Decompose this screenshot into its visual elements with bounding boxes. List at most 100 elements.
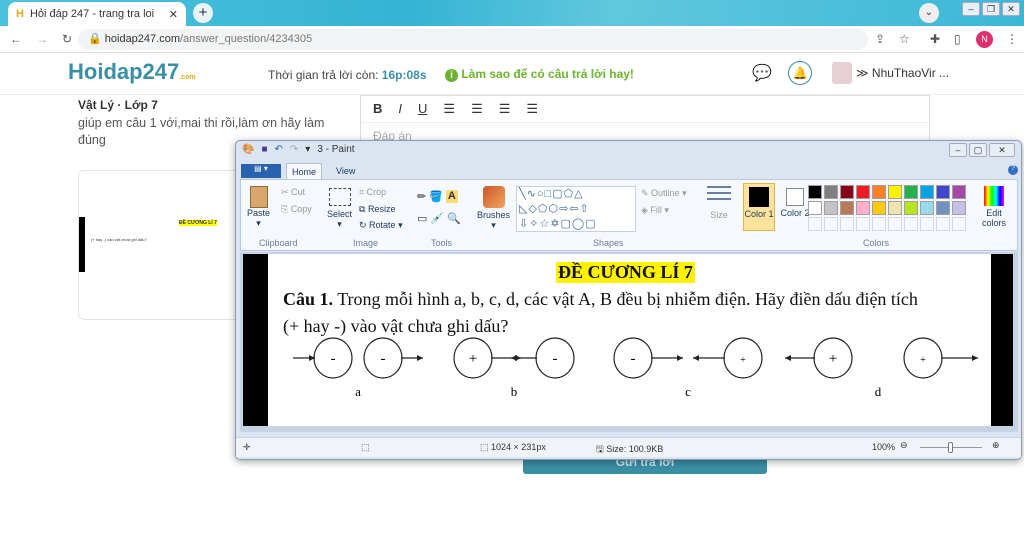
- side-panel-icon[interactable]: ▯: [954, 32, 961, 46]
- info-icon: i: [445, 69, 458, 82]
- extensions-icon[interactable]: ✚: [930, 32, 940, 46]
- palette-swatch[interactable]: [856, 185, 870, 199]
- user-menu[interactable]: ≫ NhuThaoVir ...: [856, 66, 949, 80]
- align-left-icon[interactable]: ☰: [443, 101, 455, 117]
- close-window-icon[interactable]: ✕: [1002, 2, 1020, 16]
- forward-icon[interactable]: →: [36, 32, 48, 46]
- zoom-slider-thumb[interactable]: [948, 442, 953, 453]
- profile-avatar[interactable]: N: [976, 30, 993, 48]
- paint-maximize-icon[interactable]: ▢: [969, 143, 987, 157]
- palette-swatch[interactable]: [920, 185, 934, 199]
- palette-swatch[interactable]: [936, 201, 950, 215]
- align-right-icon[interactable]: ☰: [499, 101, 511, 117]
- notification-bell-icon[interactable]: 🔔: [788, 61, 812, 85]
- palette-swatch[interactable]: [808, 217, 822, 231]
- bold-button[interactable]: B: [373, 101, 382, 117]
- pencil-icon[interactable]: ✏: [417, 190, 426, 203]
- palette-swatch[interactable]: [904, 217, 918, 231]
- color-picker-icon[interactable]: 💉: [430, 212, 444, 225]
- palette-swatch[interactable]: [952, 217, 966, 231]
- magnifier-icon[interactable]: 🔍: [447, 212, 461, 225]
- close-tab-icon[interactable]: ✕: [169, 8, 178, 21]
- paint-minimize-icon[interactable]: –: [949, 143, 967, 157]
- cut-button[interactable]: ✂ Cut: [281, 187, 305, 198]
- bookmark-star-icon[interactable]: ☆: [899, 32, 910, 46]
- rotate-button[interactable]: ↻ Rotate ▾: [359, 220, 403, 231]
- undo-icon[interactable]: ↶: [275, 144, 283, 155]
- size-button[interactable]: Size: [707, 186, 731, 220]
- underline-button[interactable]: U: [418, 101, 427, 117]
- palette-swatch[interactable]: [872, 201, 886, 215]
- palette-swatch[interactable]: [952, 201, 966, 215]
- paste-button[interactable]: Paste ▾: [247, 186, 270, 229]
- quick-access-dropdown-icon[interactable]: ▾: [305, 144, 310, 155]
- reload-icon[interactable]: ↻: [62, 32, 72, 46]
- palette-swatch[interactable]: [840, 185, 854, 199]
- palette-swatch[interactable]: [904, 185, 918, 199]
- palette-swatch[interactable]: [856, 201, 870, 215]
- shapes-gallery[interactable]: ╲∿○□▢⬠△ ◺◇⬠⬡⇨⇦⇧ ⇩✧☆✡▢◯▢: [516, 186, 636, 232]
- palette-swatch[interactable]: [840, 217, 854, 231]
- window-title: 3 - Paint: [317, 144, 355, 155]
- answer-editor[interactable]: B I U ☰ ☰ ☰ ☰ Đáp án: [360, 95, 930, 145]
- edit-colors-button[interactable]: Edit colors: [977, 186, 1011, 228]
- palette-swatch[interactable]: [808, 201, 822, 215]
- zoom-slider[interactable]: [920, 442, 982, 453]
- select-button[interactable]: Select ▾: [327, 188, 352, 230]
- resize-button[interactable]: ⧉ Resize: [359, 204, 395, 215]
- question-image-card[interactable]: ĐỀ CƯƠNG LÍ 7 (+ hay -) vào vật chưa ghi…: [78, 170, 248, 320]
- tab-home[interactable]: Home: [286, 163, 322, 180]
- palette-swatch[interactable]: [856, 217, 870, 231]
- browser-tab[interactable]: H Hỏi đáp 247 - trang tra loi ✕: [8, 2, 186, 26]
- palette-swatch[interactable]: [920, 217, 934, 231]
- fill-button[interactable]: ◈ Fill ▾: [641, 205, 669, 216]
- url-input[interactable]: 🔒 hoidap247.com/answer_question/4234305: [78, 29, 868, 50]
- menu-icon[interactable]: ⋮: [1006, 32, 1018, 46]
- palette-swatch[interactable]: [952, 185, 966, 199]
- restore-icon[interactable]: ❐: [982, 2, 1000, 16]
- tab-search-button[interactable]: ⌄: [919, 3, 939, 23]
- zoom-out-button[interactable]: ⊖: [900, 440, 908, 451]
- chat-icon[interactable]: 💬: [752, 63, 772, 83]
- italic-button[interactable]: I: [398, 101, 402, 117]
- justify-icon[interactable]: ☰: [526, 101, 538, 117]
- palette-swatch[interactable]: [888, 201, 902, 215]
- eraser-icon[interactable]: ▭: [417, 212, 427, 225]
- palette-swatch[interactable]: [936, 185, 950, 199]
- zoom-in-button[interactable]: ⊕: [992, 440, 1000, 451]
- back-icon[interactable]: ←: [10, 32, 22, 46]
- crop-button[interactable]: ⌗ Crop: [359, 187, 386, 198]
- outline-button[interactable]: ✎ Outline ▾: [641, 188, 687, 199]
- help-icon[interactable]: ?: [1008, 165, 1018, 175]
- paint-close-icon[interactable]: ✕: [989, 143, 1015, 157]
- copy-button[interactable]: ⎘ Copy: [281, 204, 312, 215]
- palette-swatch[interactable]: [936, 217, 950, 231]
- user-avatar[interactable]: [832, 62, 852, 84]
- palette-swatch[interactable]: [888, 185, 902, 199]
- palette-swatch[interactable]: [824, 185, 838, 199]
- palette-swatch[interactable]: [840, 201, 854, 215]
- minimize-icon[interactable]: –: [962, 2, 980, 16]
- align-center-icon[interactable]: ☰: [471, 101, 483, 117]
- palette-swatch[interactable]: [808, 185, 822, 199]
- palette-swatch[interactable]: [872, 185, 886, 199]
- palette-swatch[interactable]: [904, 201, 918, 215]
- palette-swatch[interactable]: [888, 217, 902, 231]
- palette-swatch[interactable]: [824, 201, 838, 215]
- file-menu-button[interactable]: ▤ ▾: [241, 164, 281, 178]
- tab-view[interactable]: View: [336, 166, 355, 176]
- save-icon[interactable]: ■: [261, 144, 267, 155]
- brushes-button[interactable]: Brushes ▾: [477, 186, 510, 231]
- site-logo[interactable]: Hoidap247.com: [68, 59, 196, 85]
- share-icon[interactable]: ⇪: [875, 32, 885, 46]
- palette-swatch[interactable]: [920, 201, 934, 215]
- canvas-image[interactable]: ĐỀ CƯƠNG LÍ 7 Câu 1. Trong mỗi hình a, b…: [243, 254, 1013, 426]
- text-tool-icon[interactable]: A: [445, 190, 458, 203]
- tip-link[interactable]: i Làm sao để có câu trả lời hay!: [445, 67, 634, 82]
- color1-button[interactable]: Color 1: [743, 183, 775, 231]
- palette-swatch[interactable]: [824, 217, 838, 231]
- redo-icon[interactable]: ↷: [290, 144, 298, 155]
- fill-bucket-icon[interactable]: 🪣: [429, 190, 443, 203]
- new-tab-button[interactable]: +: [193, 3, 213, 23]
- palette-swatch[interactable]: [872, 217, 886, 231]
